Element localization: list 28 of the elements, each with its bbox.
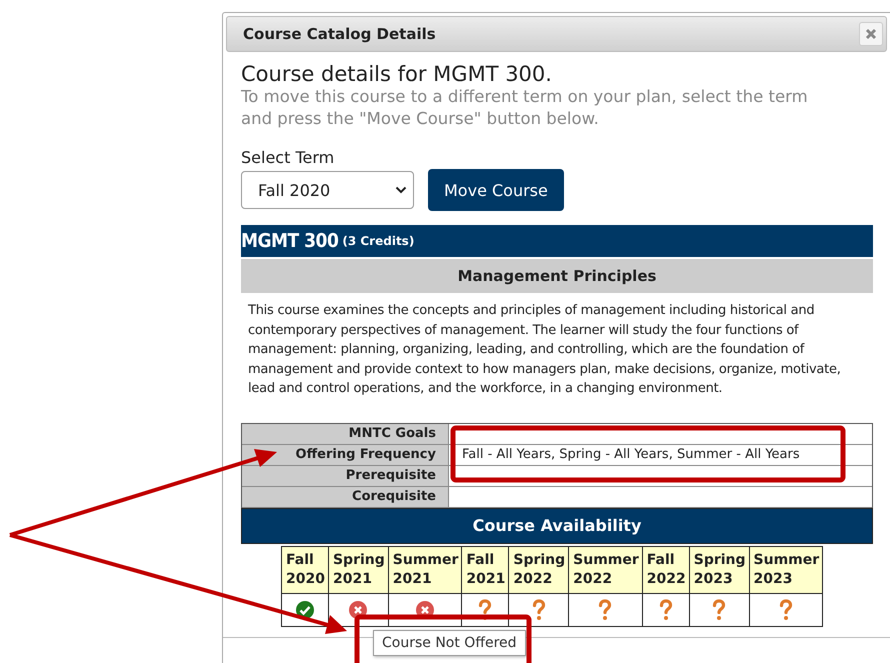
info-label: MNTC Goals (242, 424, 449, 444)
term-header: Summer 2022 (569, 546, 642, 594)
term-header: Spring 2023 (690, 546, 749, 594)
tooltip: Course Not Offered (373, 630, 526, 656)
term-header: Summer 2023 (750, 546, 822, 594)
course-description: This course examines the concepts and principles of management including historical and contemporary perspectives of management. The learner will study the four functions of management: planning, organizing, leading, and controlling, which are the foundation of management and provide context to how managers plan, make decisions, organize, motivate, lead and control operations, and the workforce, in a changing environment. (247, 302, 842, 398)
course-credits: (3 Credits) (342, 234, 414, 248)
dialog-title: Course Catalog Details (243, 25, 436, 43)
term-header: Fall 2021 (462, 546, 508, 594)
info-label: Prerequisite (242, 466, 449, 486)
info-label: Corequisite (242, 486, 449, 508)
course-name: Management Principles (241, 259, 873, 293)
instructions: To move this course to a different term on your plan, select the term and press the "Move Course" button below. (241, 86, 809, 130)
heading: Course details for MGMT 300. (241, 62, 553, 86)
term-header: Spring 2021 (328, 546, 388, 594)
term-header: Summer 2021 (388, 546, 462, 594)
course-code: MGMT 300 (241, 230, 338, 252)
term-header: Fall 2020 (282, 546, 328, 594)
info-value: Fall - All Years, Spring - All Years, Summer - All Years (449, 444, 872, 466)
select-label: Select Term (241, 148, 336, 167)
close-icon (865, 28, 877, 40)
move-course-button[interactable]: Move Course (428, 169, 564, 211)
term-select[interactable]: Fall 2020 (241, 171, 414, 209)
availability-header: Course Availability (241, 508, 873, 544)
term-header: Fall 2022 (642, 546, 689, 594)
close-button[interactable] (859, 22, 883, 46)
chevron-icon (395, 186, 407, 194)
term-header: Spring 2022 (509, 546, 568, 594)
